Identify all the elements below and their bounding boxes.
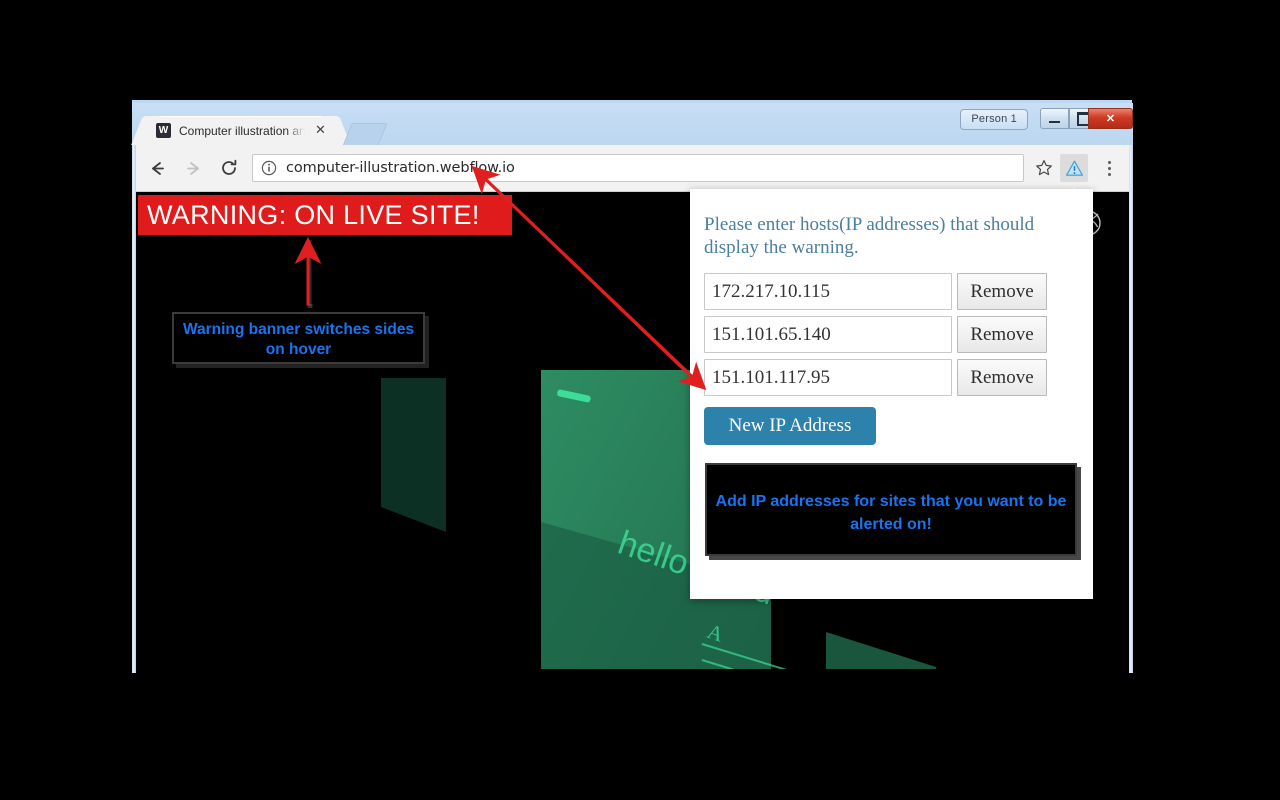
- reload-icon: [222, 159, 237, 175]
- profile-button[interactable]: Person 1: [960, 109, 1028, 130]
- remove-ip-button-1[interactable]: Remove: [957, 273, 1047, 310]
- annotation-ip-note: Add IP addresses for sites that you want…: [705, 463, 1077, 556]
- forward-arrow-icon: [186, 161, 199, 175]
- back-button[interactable]: [142, 153, 172, 183]
- reload-button[interactable]: [214, 153, 244, 183]
- ip-address-input-3[interactable]: [704, 359, 952, 396]
- close-window-button[interactable]: ✕: [1088, 108, 1133, 129]
- back-arrow-icon: [151, 161, 164, 175]
- title-bar: W Computer illustration an ✕ Person 1 ✕: [132, 103, 1133, 146]
- remove-ip-button-3[interactable]: Remove: [957, 359, 1047, 396]
- chrome-menu-button[interactable]: [1094, 153, 1124, 183]
- ip-entry-row: Remove: [704, 316, 1079, 353]
- new-tab-button[interactable]: [342, 123, 388, 146]
- tab-title: Computer illustration an: [179, 123, 305, 138]
- ip-entry-row: Remove: [704, 273, 1079, 310]
- browser-tab[interactable]: W Computer illustration an ✕: [146, 116, 336, 145]
- screenshot-root: W Computer illustration an ✕ Person 1 ✕: [0, 0, 1280, 800]
- close-tab-icon[interactable]: ✕: [313, 122, 328, 137]
- minimize-icon: [1049, 121, 1060, 123]
- menu-dot-icon: [1107, 166, 1111, 170]
- live-site-warning-banner: WARNING: ON LIVE SITE!: [138, 195, 512, 235]
- ip-entry-row: Remove: [704, 359, 1079, 396]
- warning-extension-button[interactable]: [1060, 154, 1088, 197]
- site-info-icon[interactable]: [261, 160, 277, 176]
- webflow-favicon-icon: W: [156, 123, 171, 138]
- window-frame-right: [1129, 103, 1133, 673]
- forward-button[interactable]: [178, 153, 208, 183]
- browser-toolbar: computer-illustration.webflow.io: [136, 145, 1129, 197]
- warning-triangle-icon: [1065, 160, 1083, 176]
- minimize-button[interactable]: [1040, 108, 1069, 129]
- ip-address-input-1[interactable]: [704, 273, 952, 310]
- ip-address-input-2[interactable]: [704, 316, 952, 353]
- url-text[interactable]: computer-illustration.webflow.io: [286, 160, 515, 176]
- viewport-bottom-edge: [136, 669, 1129, 673]
- address-bar[interactable]: computer-illustration.webflow.io: [252, 154, 1024, 182]
- bookmark-star-icon[interactable]: [1030, 154, 1058, 182]
- remove-ip-button-2[interactable]: Remove: [957, 316, 1047, 353]
- menu-dot-icon: [1107, 172, 1111, 176]
- menu-dot-icon: [1107, 160, 1111, 164]
- new-ip-address-button[interactable]: New IP Address: [704, 407, 876, 445]
- annotation-banner-note: Warning banner switches sides on hover: [172, 312, 425, 364]
- popup-heading: Please enter hosts(IP addresses) that sh…: [704, 214, 1035, 258]
